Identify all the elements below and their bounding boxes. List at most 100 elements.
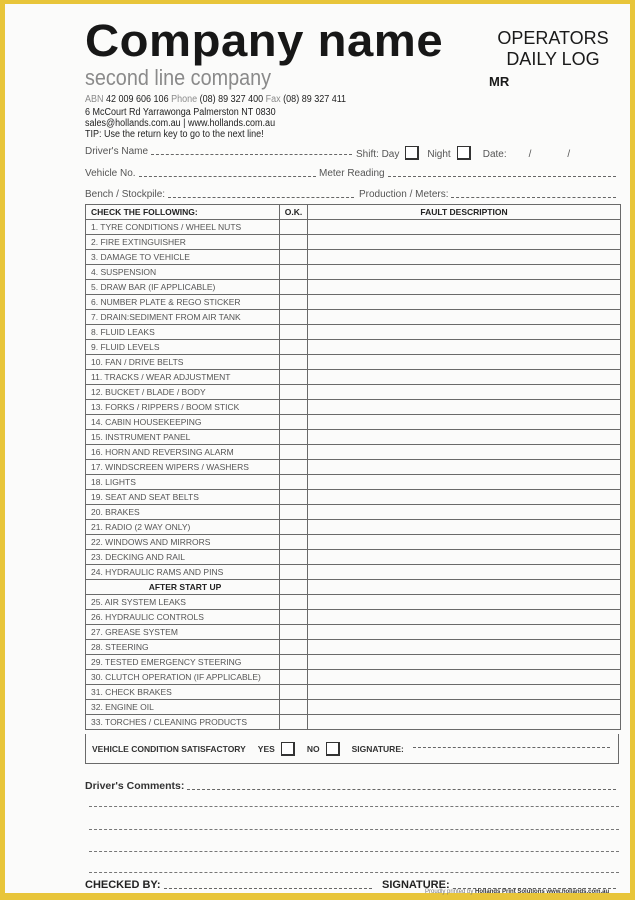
day-checkbox[interactable] xyxy=(405,146,420,160)
fault-description-cell[interactable] xyxy=(307,339,621,355)
ok-cell[interactable] xyxy=(279,474,308,490)
fault-description-cell[interactable] xyxy=(307,489,621,505)
checklist-row: 19. SEAT AND SEAT BELTS xyxy=(85,489,621,505)
production-meters-field[interactable]: Production / Meters: xyxy=(359,189,619,200)
fault-description-cell xyxy=(307,579,621,595)
fault-description-cell[interactable] xyxy=(307,309,621,325)
fault-description-cell[interactable] xyxy=(307,609,621,625)
ok-cell[interactable] xyxy=(279,294,308,310)
yes-checkbox[interactable] xyxy=(280,741,295,756)
ok-cell[interactable] xyxy=(279,519,308,535)
ok-cell[interactable] xyxy=(279,459,308,475)
ok-cell[interactable] xyxy=(279,534,308,550)
check-item-label: 3. DAMAGE TO VEHICLE xyxy=(85,249,280,265)
comments-line-4[interactable] xyxy=(89,872,619,873)
ok-cell[interactable] xyxy=(279,564,308,580)
ok-cell[interactable] xyxy=(279,549,308,565)
comments-line-3[interactable] xyxy=(89,851,619,852)
ok-cell[interactable] xyxy=(279,339,308,355)
meter-reading-line[interactable] xyxy=(387,176,616,177)
check-item-label: 14. CABIN HOUSEKEEPING xyxy=(85,414,280,430)
ok-cell[interactable] xyxy=(279,444,308,460)
ok-cell[interactable] xyxy=(279,669,308,685)
ok-cell[interactable] xyxy=(279,264,308,280)
fault-description-cell[interactable] xyxy=(307,519,621,535)
ok-cell[interactable] xyxy=(279,714,308,730)
fault-description-cell[interactable] xyxy=(307,594,621,610)
checklist-row: 1. TYRE CONDITIONS / WHEEL NUTS xyxy=(85,219,621,235)
fault-description-cell[interactable] xyxy=(307,414,621,430)
fault-description-cell[interactable] xyxy=(307,624,621,640)
bench-stockpile-field[interactable]: Bench / Stockpile: xyxy=(85,189,357,200)
fault-description-cell[interactable] xyxy=(307,324,621,340)
checked-by-line[interactable] xyxy=(163,888,372,889)
drivers-name-line[interactable] xyxy=(151,154,352,155)
ok-cell[interactable] xyxy=(279,354,308,370)
ok-cell[interactable] xyxy=(279,609,308,625)
fault-description-cell[interactable] xyxy=(307,564,621,580)
ok-cell[interactable] xyxy=(279,369,308,385)
comments-line-2[interactable] xyxy=(89,829,619,830)
fault-description-cell[interactable] xyxy=(307,654,621,670)
phone-value: (08) 89 327 400 xyxy=(199,94,264,105)
fault-description-cell[interactable] xyxy=(307,399,621,415)
meter-reading-field[interactable]: Meter Reading xyxy=(319,168,619,179)
ok-cell[interactable] xyxy=(279,384,308,400)
production-meters-line[interactable] xyxy=(451,197,616,198)
fault-description-cell[interactable] xyxy=(307,249,621,265)
ok-cell[interactable] xyxy=(279,309,308,325)
ok-cell[interactable] xyxy=(279,489,308,505)
vehicle-no-line[interactable] xyxy=(138,176,316,177)
bench-stockpile-line[interactable] xyxy=(168,197,354,198)
fault-description-cell[interactable] xyxy=(307,549,621,565)
ok-cell[interactable] xyxy=(279,684,308,700)
fault-description-cell[interactable] xyxy=(307,534,621,550)
ok-cell[interactable] xyxy=(279,324,308,340)
night-checkbox[interactable] xyxy=(456,146,471,160)
drivers-comments-field[interactable]: Driver's Comments: xyxy=(85,780,619,792)
fault-description-cell[interactable] xyxy=(307,219,621,235)
ok-cell[interactable] xyxy=(279,249,308,265)
vehicle-no-field[interactable]: Vehicle No. xyxy=(85,168,319,179)
ok-cell[interactable] xyxy=(279,504,308,520)
fault-description-cell[interactable] xyxy=(307,354,621,370)
comments-line-0[interactable] xyxy=(187,789,616,790)
ok-cell[interactable] xyxy=(279,234,308,250)
ok-cell[interactable] xyxy=(279,399,308,415)
fault-description-cell[interactable] xyxy=(307,684,621,700)
fault-description-cell[interactable] xyxy=(307,639,621,655)
ok-cell[interactable] xyxy=(279,639,308,655)
fault-description-cell[interactable] xyxy=(307,429,621,445)
fault-description-cell[interactable] xyxy=(307,384,621,400)
ok-cell[interactable] xyxy=(279,699,308,715)
condition-signature-line[interactable] xyxy=(412,747,610,748)
fault-description-cell[interactable] xyxy=(307,369,621,385)
fault-description-cell[interactable] xyxy=(307,234,621,250)
fault-description-cell[interactable] xyxy=(307,669,621,685)
ok-cell[interactable] xyxy=(279,654,308,670)
fault-description-cell[interactable] xyxy=(307,504,621,520)
fault-description-cell[interactable] xyxy=(307,474,621,490)
no-checkbox[interactable] xyxy=(325,741,340,756)
ok-cell[interactable] xyxy=(279,624,308,640)
checklist-row: 15. INSTRUMENT PANEL xyxy=(85,429,621,445)
fault-description-cell[interactable] xyxy=(307,264,621,280)
checklist-row: 11. TRACKS / WEAR ADJUSTMENT xyxy=(85,369,621,385)
form-code: MR xyxy=(489,74,510,89)
fault-description-cell[interactable] xyxy=(307,279,621,295)
fault-description-cell[interactable] xyxy=(307,294,621,310)
checked-by-field[interactable]: CHECKED BY: xyxy=(85,879,375,891)
ok-cell[interactable] xyxy=(279,219,308,235)
fault-description-cell[interactable] xyxy=(307,459,621,475)
fault-description-cell[interactable] xyxy=(307,444,621,460)
ok-cell[interactable] xyxy=(279,279,308,295)
ok-cell[interactable] xyxy=(279,414,308,430)
ok-cell[interactable] xyxy=(279,594,308,610)
drivers-name-field[interactable]: Driver's Name xyxy=(85,146,355,157)
fault-description-cell[interactable] xyxy=(307,699,621,715)
comments-line-1[interactable] xyxy=(89,806,619,807)
shift-field: Shift: Day Night Date: / / xyxy=(356,146,570,160)
ok-cell[interactable] xyxy=(279,429,308,445)
checklist-row: 28. STEERING xyxy=(85,639,621,655)
fault-description-cell[interactable] xyxy=(307,714,621,730)
